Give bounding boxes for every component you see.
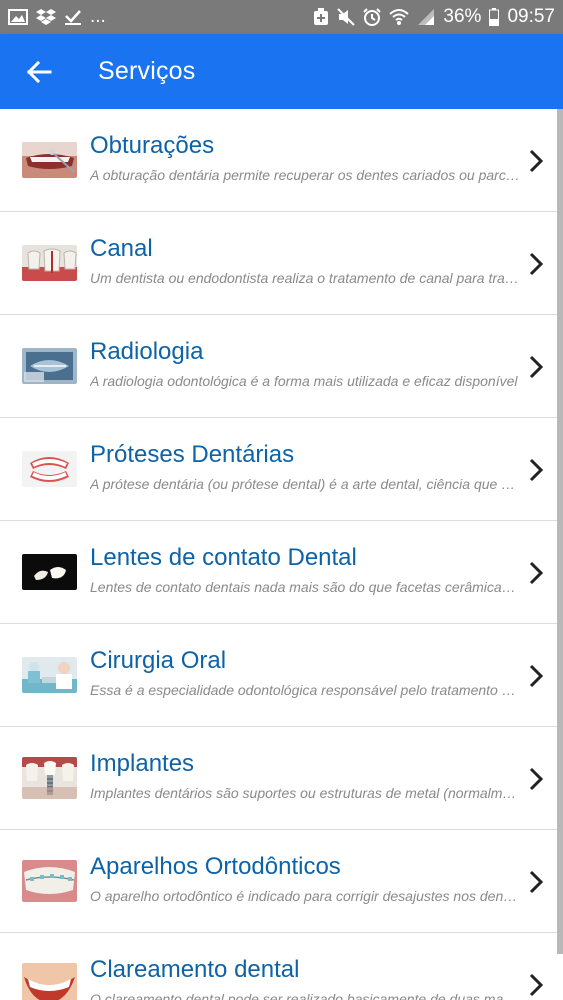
service-item-proteses[interactable]: Próteses Dentárias A prótese dentária (o… [0, 418, 557, 521]
battery-icon [489, 8, 500, 26]
service-description: A radiologia odontológica é a forma mais… [90, 373, 518, 389]
download-done-icon [64, 8, 82, 26]
chevron-right-icon [529, 355, 544, 379]
chevron-right-icon [529, 664, 544, 688]
chevron-right-icon [529, 973, 544, 997]
chevron-right-icon [529, 870, 544, 894]
service-description: A obturação dentária permite recuperar o… [90, 167, 521, 183]
service-item-clareamento[interactable]: Clareamento dental O clareamento dental … [0, 933, 557, 1000]
service-title: Próteses Dentárias [90, 441, 295, 468]
overflow-indicator: ... [90, 6, 106, 27]
status-bar: ... 36% 09:57 [0, 0, 563, 34]
alarm-icon [363, 8, 382, 26]
app-bar: Serviços [0, 34, 563, 109]
service-item-cirurgia[interactable]: Cirurgia Oral Essa é a especialidade odo… [0, 624, 557, 727]
back-button[interactable] [0, 34, 78, 109]
whitening-photo [22, 963, 77, 1000]
service-description: O clareamento dental pode ser realizado … [90, 991, 521, 1000]
denture-photo [22, 451, 77, 487]
chevron-right-icon [529, 458, 544, 482]
chevron-right-icon [529, 252, 544, 276]
service-title: Implantes [90, 750, 195, 777]
clock: 09:57 [507, 6, 555, 27]
page-title: Serviços [98, 57, 196, 85]
service-description: O aparelho ortodôntico é indicado para c… [90, 888, 521, 904]
wifi-icon [389, 8, 410, 26]
service-title: Clareamento dental [90, 956, 300, 983]
chevron-right-icon [529, 149, 544, 173]
service-title: Canal [90, 235, 153, 262]
service-item-canal[interactable]: Canal Um dentista ou endodontista realiz… [0, 212, 557, 315]
service-title: Lentes de contato Dental [90, 544, 357, 571]
service-item-radiologia[interactable]: Radiologia A radiologia odontológica é a… [0, 315, 557, 418]
teeth-mirror-photo [22, 142, 77, 178]
scrollbar[interactable] [557, 109, 563, 954]
mute-icon [337, 8, 356, 26]
arrow-back-icon [26, 60, 52, 83]
chevron-right-icon [529, 561, 544, 585]
service-title: Radiologia [90, 338, 204, 365]
implant-photo [22, 757, 77, 799]
service-title: Cirurgia Oral [90, 647, 227, 674]
service-description: Um dentista ou endodontista realiza o tr… [90, 270, 521, 286]
service-description: Implantes dentários são suportes ou estr… [90, 785, 521, 801]
signal-icon [417, 8, 435, 26]
service-description: Lentes de contato dentais nada mais são … [90, 579, 521, 595]
root-canal-photo [22, 245, 77, 281]
service-item-lentes[interactable]: Lentes de contato Dental Lentes de conta… [0, 521, 557, 624]
battery-percent: 36% [443, 6, 482, 27]
service-item-obturacoes[interactable]: Obturações A obturação dentária permite … [0, 109, 557, 212]
service-item-implantes[interactable]: Implantes Implantes dentários são suport… [0, 727, 557, 830]
surgery-photo [22, 657, 77, 693]
location-icon [313, 8, 329, 26]
services-list: Obturações A obturação dentária permite … [0, 109, 557, 1000]
gallery-icon [8, 9, 28, 25]
service-item-aparelhos[interactable]: Aparelhos Ortodônticos O aparelho ortodô… [0, 830, 557, 933]
dropbox-icon [36, 8, 56, 26]
braces-photo [22, 860, 77, 902]
xray-photo [22, 348, 77, 384]
chevron-right-icon [529, 767, 544, 791]
service-description: A prótese dentária (ou prótese dental) é… [90, 476, 521, 492]
veneer-photo [22, 554, 77, 590]
service-title: Aparelhos Ortodônticos [90, 853, 341, 880]
service-description: Essa é a especialidade odontológica resp… [90, 682, 521, 698]
service-title: Obturações [90, 132, 215, 159]
